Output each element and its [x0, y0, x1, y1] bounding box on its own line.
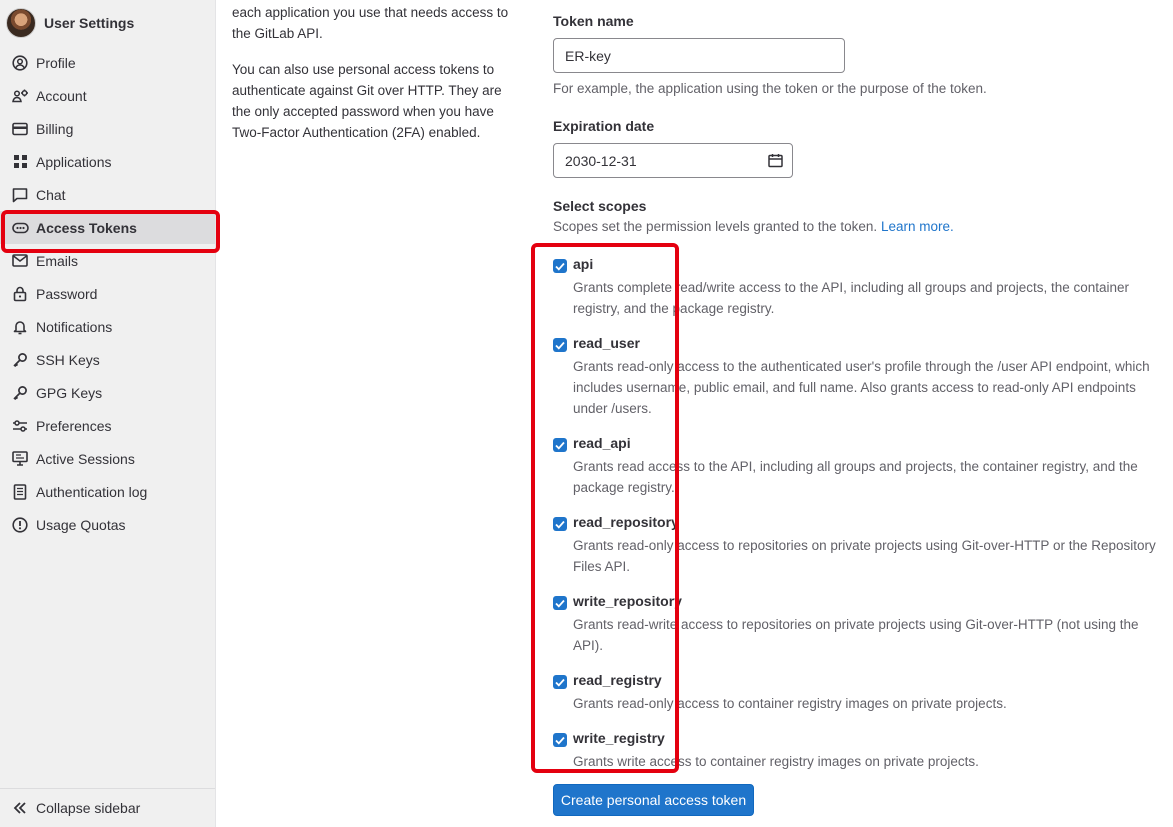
sidebar-item-authentication-log[interactable]: Authentication log — [0, 475, 215, 508]
sidebar-item-usage-quotas[interactable]: Usage Quotas — [0, 508, 215, 541]
sidebar-item-label: Password — [36, 285, 98, 302]
sidebar-item-gpg-keys[interactable]: GPG Keys — [0, 376, 215, 409]
token-description: each application you use that needs acce… — [232, 2, 517, 158]
monitor-icon — [11, 450, 29, 468]
sidebar-item-ssh-keys[interactable]: SSH Keys — [0, 343, 215, 376]
quota-icon — [11, 516, 29, 534]
expiration-date-label: Expiration date — [553, 118, 655, 134]
sidebar-item-notifications[interactable]: Notifications — [0, 310, 215, 343]
double-chevron-left-icon — [11, 799, 29, 817]
sidebar-item-label: Chat — [36, 186, 66, 203]
sidebar-header[interactable]: User Settings — [6, 6, 134, 40]
sidebar-item-label: Applications — [36, 153, 112, 170]
sidebar-item-preferences[interactable]: Preferences — [0, 409, 215, 442]
token-name-help: For example, the application using the t… — [553, 81, 987, 96]
select-scopes-label: Select scopes — [553, 198, 647, 214]
sidebar: User Settings Profile Account Billing Ap… — [0, 0, 220, 827]
scopes-help: Scopes set the permission levels granted… — [553, 219, 954, 234]
lock-icon — [11, 285, 29, 303]
sidebar-item-label: Notifications — [36, 318, 113, 335]
sidebar-item-label: Active Sessions — [36, 450, 135, 467]
sidebar-title: User Settings — [44, 15, 135, 31]
preferences-icon — [11, 417, 29, 435]
token-icon — [11, 219, 29, 237]
sidebar-item-label: Billing — [36, 120, 74, 137]
sidebar-item-account[interactable]: Account — [0, 79, 215, 112]
sidebar-item-label: Preferences — [36, 417, 112, 434]
sidebar-item-label: Emails — [36, 252, 79, 269]
sidebar-item-label: Authentication log — [36, 483, 148, 500]
collapse-sidebar-label: Collapse sidebar — [36, 800, 141, 816]
sidebar-item-applications[interactable]: Applications — [0, 145, 215, 178]
sidebar-list: Profile Account Billing Applications Cha… — [0, 46, 220, 541]
expiration-date-value: 2030-12-31 — [565, 152, 637, 169]
sidebar-item-label: Access Tokens — [36, 219, 137, 236]
sidebar-item-label: Account — [36, 87, 87, 104]
sidebar-item-password[interactable]: Password — [0, 277, 215, 310]
chat-icon — [11, 186, 29, 204]
sidebar-item-access-tokens[interactable]: Access Tokens — [0, 210, 220, 253]
sidebar-item-label: Usage Quotas — [36, 516, 126, 533]
learn-more-link[interactable]: Learn more. — [881, 219, 954, 234]
key-icon — [11, 384, 29, 402]
sidebar-item-active-sessions[interactable]: Active Sessions — [0, 442, 215, 475]
log-icon — [11, 483, 29, 501]
billing-icon — [11, 120, 29, 138]
profile-icon — [11, 54, 29, 72]
token-name-label: Token name — [553, 13, 634, 29]
collapse-sidebar-button[interactable]: Collapse sidebar — [0, 788, 215, 827]
account-icon — [11, 87, 29, 105]
sidebar-item-chat[interactable]: Chat — [0, 178, 215, 211]
calendar-icon[interactable] — [768, 153, 783, 171]
sidebar-item-billing[interactable]: Billing — [0, 112, 215, 145]
sidebar-item-label: SSH Keys — [36, 351, 100, 368]
token-name-value: ER-key — [565, 47, 611, 64]
email-icon — [11, 252, 29, 270]
sidebar-item-profile[interactable]: Profile — [0, 46, 215, 79]
sidebar-item-label: Profile — [36, 54, 76, 71]
scopes-highlight-box — [531, 243, 679, 773]
token-name-input[interactable]: ER-key — [553, 38, 845, 73]
avatar[interactable] — [6, 8, 36, 38]
bell-icon — [11, 318, 29, 336]
description-paragraph: each application you use that needs acce… — [232, 5, 509, 41]
expiration-date-input[interactable]: 2030-12-31 — [553, 143, 793, 178]
sidebar-item-emails[interactable]: Emails — [0, 244, 215, 277]
description-paragraph: You can also use personal access tokens … — [232, 62, 502, 140]
scopes-help-text: Scopes set the permission levels granted… — [553, 219, 878, 234]
applications-icon — [11, 153, 29, 171]
key-icon — [11, 351, 29, 369]
sidebar-item-label: GPG Keys — [36, 384, 103, 401]
create-token-button[interactable]: Create personal access token — [553, 784, 754, 816]
